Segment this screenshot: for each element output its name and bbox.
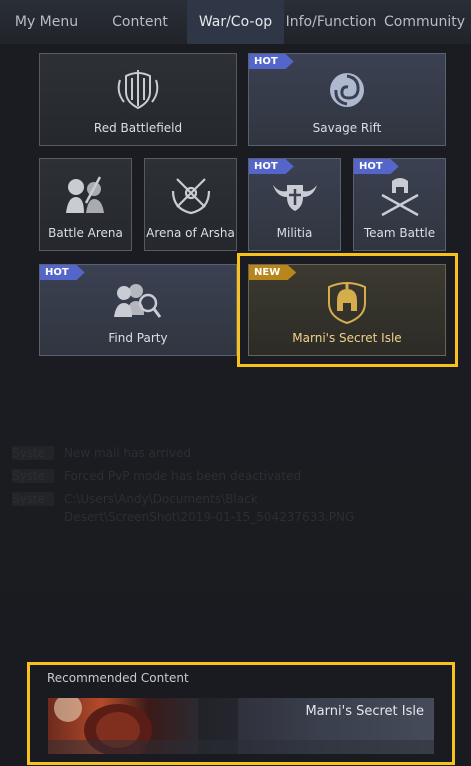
fighters-icon: [65, 176, 104, 213]
red-battlefield-tile[interactable]: Red Battlefield: [39, 53, 237, 146]
log-channel-tag: Syste: [12, 446, 54, 460]
chat-log-line: Syste Forced PvP mode has been deactivate…: [12, 469, 301, 483]
tile-label: Arena of Arsha: [146, 226, 235, 240]
tile-label: Red Battlefield: [93, 121, 183, 135]
hot-badge: HOT: [354, 159, 399, 174]
savage-rift-tile[interactable]: HOT Savage Rift: [248, 53, 446, 146]
crossed-swords-wreath-icon: [171, 178, 210, 215]
find-party-tile[interactable]: HOT Find Party: [39, 264, 237, 356]
log-channel-tag: Syste: [12, 492, 54, 506]
chat-log-line: Desert\ScreenShot\2019-01-15_504237633.P…: [64, 510, 354, 524]
battle-arena-tile[interactable]: Battle Arena: [39, 158, 132, 251]
log-text: C:\Users\Andy\Documents\Black: [64, 492, 258, 506]
arena-of-arsha-tile[interactable]: Arena of Arsha: [144, 158, 237, 251]
tab-content[interactable]: Content: [93, 0, 187, 44]
party-search-icon: [114, 284, 162, 318]
top-nav: My Menu Content War/Co-op Info/Function …: [0, 0, 471, 44]
tile-label: Battle Arena: [48, 226, 123, 240]
tab-community[interactable]: Community: [378, 0, 471, 44]
tile-label: Team Battle: [363, 226, 436, 240]
log-text: Desert\ScreenShot\2019-01-15_504237633.P…: [64, 510, 355, 524]
hot-badge: HOT: [249, 159, 294, 174]
tile-label: Savage Rift: [312, 121, 382, 135]
banner-label: Marni's Secret Isle: [305, 704, 424, 719]
tab-war-coop[interactable]: War/Co-op: [187, 0, 284, 44]
tile-label: Find Party: [108, 331, 168, 345]
tab-my-menu[interactable]: My Menu: [0, 0, 93, 44]
log-channel-tag: Syste: [12, 469, 54, 483]
log-text: New mail has arrived: [64, 446, 191, 460]
winged-shield-axes-icon: [272, 185, 317, 211]
marnis-secret-isle-highlight: [237, 253, 458, 367]
helmet-swords-icon: [380, 178, 419, 217]
swirl-icon: [330, 73, 364, 107]
chat-log-line: Syste New mail has arrived: [12, 446, 191, 460]
log-text: Forced PvP mode has been deactivated: [64, 469, 302, 483]
chat-log-line: Syste C:\Users\Andy\Documents\Black: [12, 492, 258, 506]
militia-tile[interactable]: HOT Militia: [248, 158, 341, 251]
team-battle-tile[interactable]: HOT Team Battle: [353, 158, 446, 251]
hot-badge: HOT: [249, 54, 294, 69]
tab-info-function[interactable]: Info/Function: [284, 0, 378, 44]
shield-swords-icon: [117, 70, 159, 110]
tile-label: Militia: [276, 226, 313, 240]
recommended-title: Recommended Content: [47, 671, 189, 685]
recommended-banner[interactable]: Marni's Secret Isle: [48, 698, 434, 754]
hot-badge: HOT: [40, 265, 85, 280]
